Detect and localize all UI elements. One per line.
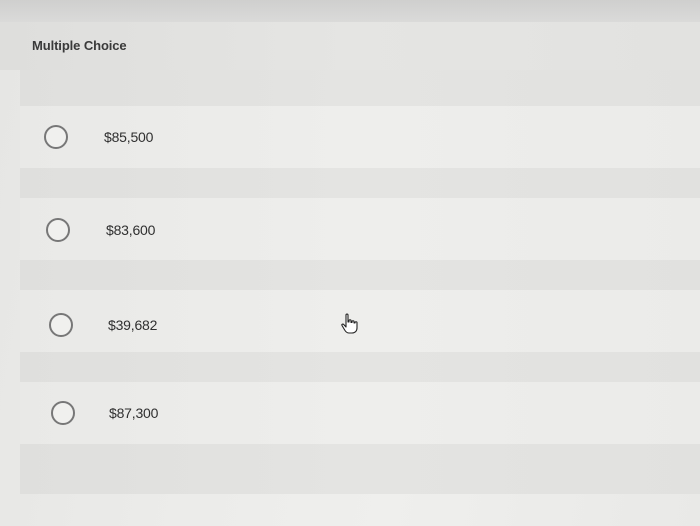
option-separator [20, 70, 700, 110]
radio-button[interactable] [49, 313, 73, 337]
answer-option-label: $39,682 [108, 317, 158, 333]
answer-option-1[interactable]: $85,500 [20, 106, 700, 168]
question-header: Multiple Choice [0, 22, 700, 70]
answer-option-label: $83,600 [106, 222, 156, 238]
option-separator [20, 444, 700, 494]
option-separator [20, 260, 700, 290]
hand-pointer-icon [341, 313, 358, 334]
window-top-strip [0, 0, 700, 22]
answer-option-4[interactable]: $87,300 [20, 382, 700, 444]
question-type-title: Multiple Choice [32, 38, 127, 53]
answer-option-2[interactable]: $83,600 [20, 198, 700, 260]
radio-button[interactable] [46, 218, 70, 242]
option-separator [20, 168, 700, 198]
option-separator [20, 352, 700, 382]
radio-button[interactable] [44, 125, 68, 149]
answer-option-label: $85,500 [104, 129, 154, 145]
answer-option-3[interactable]: $39,682 [20, 290, 700, 352]
radio-button[interactable] [51, 401, 75, 425]
answer-option-label: $87,300 [109, 405, 159, 421]
